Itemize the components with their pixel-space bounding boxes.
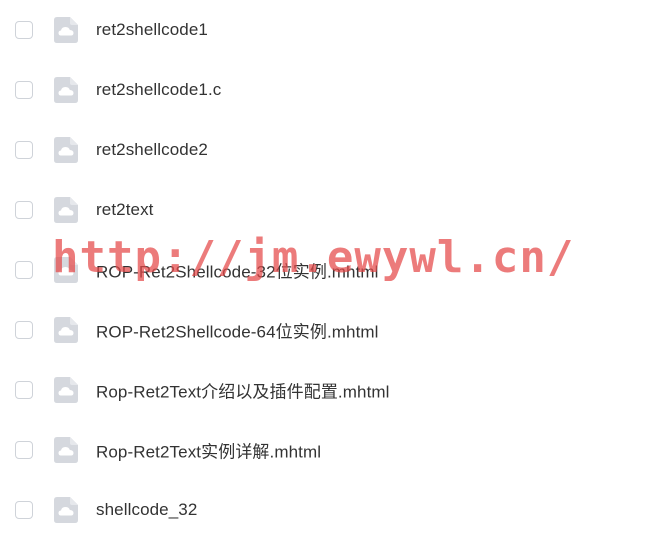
file-row[interactable]: Rop-Ret2Text介绍以及插件配置.mhtml (0, 360, 647, 420)
file-name[interactable]: Rop-Ret2Text实例详解.mhtml (96, 438, 321, 463)
file-row[interactable]: ROP-Ret2Shellcode-32位实例.mhtml (0, 240, 647, 300)
cloud-file-icon (54, 437, 78, 463)
cloud-file-icon (54, 137, 78, 163)
file-name[interactable]: ret2shellcode2 (96, 140, 208, 160)
file-row[interactable]: ret2shellcode1.c (0, 60, 647, 120)
select-checkbox[interactable] (15, 81, 33, 99)
cloud-file-icon (54, 377, 78, 403)
file-row[interactable]: ret2shellcode1 (0, 0, 647, 60)
select-checkbox[interactable] (15, 321, 33, 339)
file-row[interactable]: ret2text (0, 180, 647, 240)
select-checkbox[interactable] (15, 261, 33, 279)
file-list: ret2shellcode1 ret2shellcode1.c ret2shel… (0, 0, 647, 540)
file-name[interactable]: ret2shellcode1 (96, 20, 208, 40)
select-checkbox[interactable] (15, 381, 33, 399)
file-name[interactable]: ret2text (96, 200, 154, 220)
file-name[interactable]: ret2shellcode1.c (96, 80, 221, 100)
file-name[interactable]: ROP-Ret2Shellcode-64位实例.mhtml (96, 318, 379, 343)
file-row[interactable]: shellcode_32 (0, 480, 647, 540)
select-checkbox[interactable] (15, 501, 33, 519)
cloud-file-icon (54, 257, 78, 283)
file-row[interactable]: Rop-Ret2Text实例详解.mhtml (0, 420, 647, 480)
select-checkbox[interactable] (15, 21, 33, 39)
file-row[interactable]: ret2shellcode2 (0, 120, 647, 180)
select-checkbox[interactable] (15, 441, 33, 459)
file-name[interactable]: ROP-Ret2Shellcode-32位实例.mhtml (96, 258, 379, 283)
cloud-file-icon (54, 497, 78, 523)
cloud-file-icon (54, 77, 78, 103)
file-name[interactable]: Rop-Ret2Text介绍以及插件配置.mhtml (96, 378, 390, 403)
cloud-file-icon (54, 197, 78, 223)
select-checkbox[interactable] (15, 201, 33, 219)
cloud-file-icon (54, 17, 78, 43)
cloud-file-icon (54, 317, 78, 343)
file-name[interactable]: shellcode_32 (96, 500, 197, 520)
file-row[interactable]: ROP-Ret2Shellcode-64位实例.mhtml (0, 300, 647, 360)
select-checkbox[interactable] (15, 141, 33, 159)
